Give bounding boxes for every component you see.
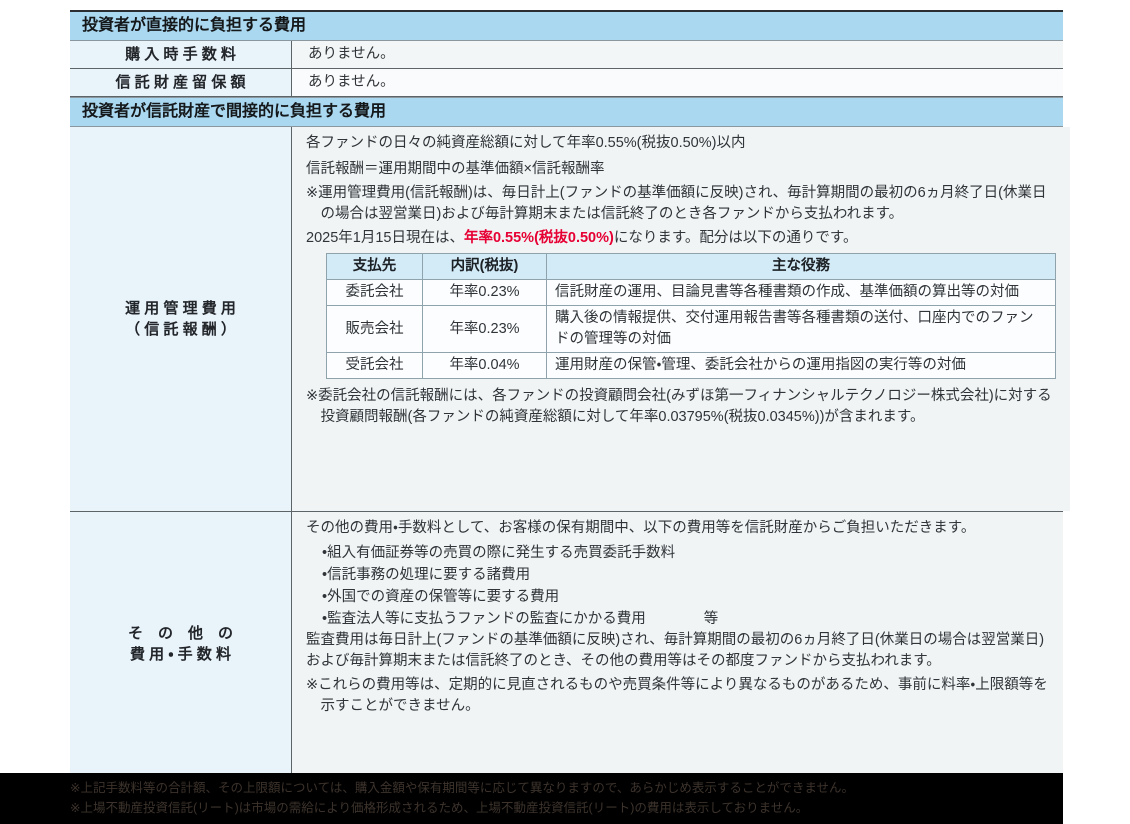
- trustor-rate: 年率0.23%: [423, 280, 547, 306]
- other-fees-content: その他の費用・手数料として、お客様の保有期間中、以下の費用等を信託財産からご負担…: [292, 512, 1063, 775]
- distributor-role: 購入後の情報提供、交付運用報告書等各種書類の送付、口座内でのファンドの管理等の対…: [547, 306, 1056, 353]
- other-fees-bullet-list: •組入有価証券等の売買の際に発生する売買委託手数料 •信託事務の処理に要する諸費…: [306, 542, 1049, 630]
- column-header-rate: 内訳(税抜): [423, 254, 547, 280]
- row-label-retention-amount: 信 託 財 産 留 保 額: [70, 69, 292, 96]
- row-label-purchase-fee: 購 入 時 手 数 料: [70, 41, 292, 68]
- row-value-purchase-fee: ありません。: [292, 41, 1063, 68]
- table-row-management-fee: 運 用 管 理 費 用 （ 信 託 報 酬 ） 各ファンドの日々の純資産総額に対…: [70, 127, 1063, 512]
- table-row-trustor: 委託会社 年率0.23% 信託財産の運用、目論見書等各種書類の作成、基準価額の算…: [327, 280, 1056, 306]
- management-fee-label-line1: 運 用 管 理 費 用: [125, 298, 236, 319]
- management-fee-current-rate: 2025年1月15日現在は、年率0.55%(税抜0.50%)になります。配分は以…: [306, 228, 1056, 249]
- other-fees-intro: その他の費用・手数料として、お客様の保有期間中、以下の費用等を信託財産からご負担…: [306, 518, 1049, 539]
- management-fee-advisory-note: ※委託会社の信託報酬には、各ファンドの投資顧問会社(みずほ第一フィナンシャルテク…: [306, 386, 1056, 428]
- management-fee-formula: 信託報酬＝運用期間中の基準価額×信託報酬率: [306, 159, 1056, 180]
- current-rate-highlight: 年率0.55%(税抜0.50%): [464, 230, 614, 246]
- fund-fees-page: 投資者が直接的に負担する費用 購 入 時 手 数 料 ありません。 信 託 財 …: [0, 0, 1130, 824]
- table-row-other-fees: そ の 他 の 費 用 ・ 手 数 料 その他の費用・手数料として、お客様の保有…: [70, 512, 1063, 775]
- section-header-direct-fees: 投資者が直接的に負担する費用: [70, 12, 1063, 41]
- trustor-role: 信託財産の運用、目論見書等各種書類の作成、基準価額の算出等の対価: [547, 280, 1056, 306]
- other-fees-label-line1: そ の 他 の: [128, 623, 233, 644]
- management-fee-note-accrual: ※運用管理費用(信託報酬)は、毎日計上(ファンドの基準価額に反映)され、毎計算期…: [306, 183, 1056, 225]
- distributor-rate: 年率0.23%: [423, 306, 547, 353]
- fee-table: 投資者が直接的に負担する費用 購 入 時 手 数 料 ありません。 信 託 財 …: [70, 10, 1063, 777]
- table-row-purchase-fee: 購 入 時 手 数 料 ありません。: [70, 41, 1063, 69]
- row-label-other-fees: そ の 他 の 費 用 ・ 手 数 料: [70, 512, 292, 775]
- management-fee-content: 各ファンドの日々の純資産総額に対して年率0.55%(税抜0.50%)以内 信託報…: [292, 127, 1070, 511]
- current-rate-suffix: になります。配分は以下の通りです。: [614, 230, 858, 246]
- footnote-reit-fees: ※上場不動産投資信託(リート)は市場の需給により価格形成されるため、上場不動産投…: [70, 798, 1053, 818]
- footer-note-bar: ※上記手数料等の合計額、その上限額については、購入金額や保有期間等に応じて異なり…: [0, 773, 1063, 824]
- management-fee-rate-cap: 各ファンドの日々の純資産総額に対して年率0.55%(税抜0.50%)以内: [306, 133, 1056, 154]
- footnote-total-fees: ※上記手数料等の合計額、その上限額については、購入金額や保有期間等に応じて異なり…: [70, 778, 1053, 798]
- trustee-rate: 年率0.04%: [423, 353, 547, 379]
- fee-allocation-table: 支払先 内訳(税抜) 主な役務 委託会社 年率0.23% 信託財産の運用、目論見…: [326, 253, 1056, 379]
- other-fees-audit-payment-note: 監査費用は毎日計上(ファンドの基準価額に反映)され、毎計算期間の最初の6ヵ月終了…: [306, 630, 1049, 672]
- other-fees-disclaimer: ※これらの費用等は、定期的に見直されるものや売買条件等により異なるものがあるため…: [306, 675, 1049, 717]
- bullet-trust-admin-costs: •信託事務の処理に要する諸費用: [306, 564, 1049, 586]
- allocation-header-row: 支払先 内訳(税抜) 主な役務: [327, 254, 1056, 280]
- trustee-payee: 受託会社: [327, 353, 423, 379]
- trustor-payee: 委託会社: [327, 280, 423, 306]
- management-fee-label-line2: （ 信 託 報 酬 ）: [125, 319, 236, 340]
- section-header-indirect-fees: 投資者が信託財産で間接的に負担する費用: [70, 97, 1063, 127]
- column-header-payee: 支払先: [327, 254, 423, 280]
- table-row-distributor: 販売会社 年率0.23% 購入後の情報提供、交付運用報告書等各種書類の送付、口座…: [327, 306, 1056, 353]
- trustee-role: 運用財産の保管・管理、委託会社からの運用指図の実行等の対価: [547, 353, 1056, 379]
- current-rate-prefix: 2025年1月15日現在は、: [306, 230, 464, 246]
- row-value-retention-amount: ありません。: [292, 69, 1063, 96]
- bullet-foreign-custody-costs: •外国での資産の保管等に要する費用: [306, 586, 1049, 608]
- bullet-audit-costs: •監査法人等に支払うファンドの監査にかかる費用 等: [306, 608, 1049, 630]
- other-fees-label-line2: 費 用 ・ 手 数 料: [130, 644, 231, 665]
- column-header-role: 主な役務: [547, 254, 1056, 280]
- distributor-payee: 販売会社: [327, 306, 423, 353]
- table-row-trustee: 受託会社 年率0.04% 運用財産の保管・管理、委託会社からの運用指図の実行等の…: [327, 353, 1056, 379]
- bullet-brokerage-fee: •組入有価証券等の売買の際に発生する売買委託手数料: [306, 542, 1049, 564]
- table-row-retention-amount: 信 託 財 産 留 保 額 ありません。: [70, 69, 1063, 97]
- row-label-management-fee: 運 用 管 理 費 用 （ 信 託 報 酬 ）: [70, 127, 292, 511]
